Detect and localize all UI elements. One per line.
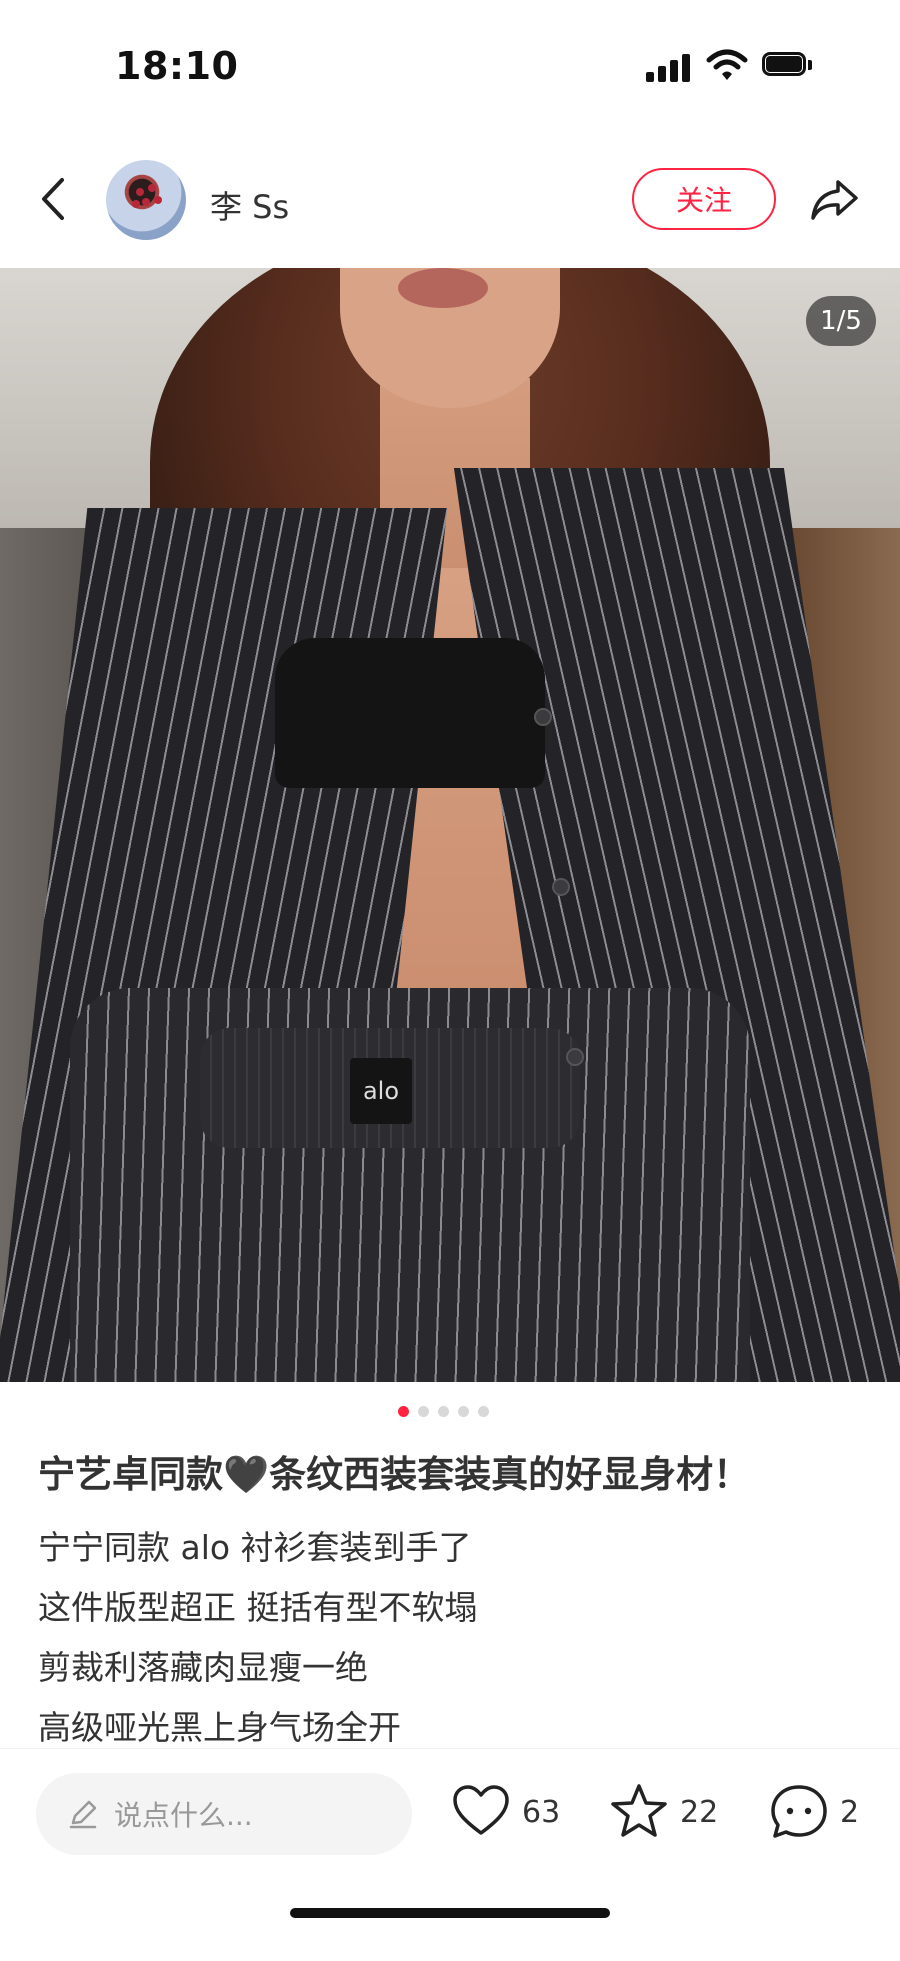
post-image[interactable]: alo [0, 268, 900, 1382]
comment-placeholder: 说点什么... [114, 1799, 253, 1832]
page-dot[interactable] [478, 1405, 489, 1417]
page-dot[interactable] [418, 1405, 429, 1417]
page-dot[interactable] [398, 1405, 409, 1417]
comment-count: 2 [840, 1794, 860, 1830]
collect-button[interactable]: 22 [608, 1777, 718, 1847]
page-dot[interactable] [458, 1405, 469, 1417]
status-bar: 18:10 [0, 0, 900, 130]
star-icon [611, 1784, 667, 1837]
image-pagination [398, 1405, 502, 1417]
status-time: 18:10 [115, 44, 239, 88]
pencil-icon [69, 1800, 97, 1829]
heart-icon [453, 1785, 509, 1835]
back-button[interactable] [30, 172, 80, 226]
battery-icon [762, 52, 814, 80]
brand-label: alo [350, 1058, 412, 1124]
post-body-line: 这件版型超正 挺括有型不软塌 [38, 1588, 478, 1627]
post-body-line: 宁宁同款 alo 衬衫套装到手了 [38, 1528, 472, 1567]
home-indicator[interactable] [290, 1908, 610, 1918]
like-button[interactable]: 63 [450, 1777, 560, 1847]
follow-button[interactable]: 关注 [632, 168, 776, 230]
post-body-line: 剪裁利落藏肉显瘦一绝 [38, 1648, 368, 1687]
cellular-signal-icon [646, 52, 692, 82]
comment-bubble-icon [771, 1785, 827, 1838]
post-title: 宁艺卓同款🖤条纹西装套装真的好显身材！ [38, 1453, 751, 1496]
image-counter: 1/5 [806, 296, 876, 346]
share-icon[interactable] [808, 174, 860, 226]
comment-button[interactable]: 2 [768, 1777, 859, 1847]
bottom-action-bar: 说点什么... 63 22 2 [0, 1748, 900, 1869]
comment-input[interactable]: 说点什么... [36, 1773, 412, 1855]
author-name[interactable]: 李 Ss [210, 182, 289, 228]
author-avatar[interactable] [106, 160, 186, 240]
page-dot[interactable] [438, 1405, 449, 1417]
post-body: 宁宁同款 alo 衬衫套装到手了 这件版型超正 挺括有型不软塌 剪裁利落藏肉显瘦… [38, 1518, 478, 1758]
collect-count: 22 [680, 1794, 719, 1830]
like-count: 63 [522, 1794, 561, 1830]
wifi-icon [706, 49, 748, 80]
post-header: 李 Ss 关注 [0, 150, 900, 270]
